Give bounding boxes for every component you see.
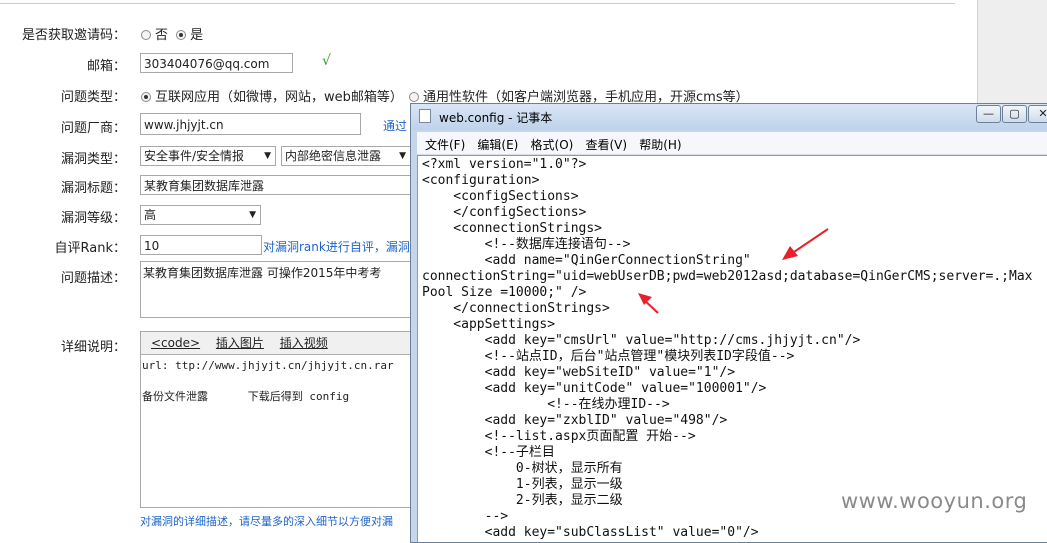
annotation-arrow-icon — [782, 228, 829, 260]
watermark: www.wooyun.org — [841, 489, 1028, 513]
annotation-arrow-icon — [638, 293, 659, 314]
annotation-overlay — [638, 228, 829, 314]
